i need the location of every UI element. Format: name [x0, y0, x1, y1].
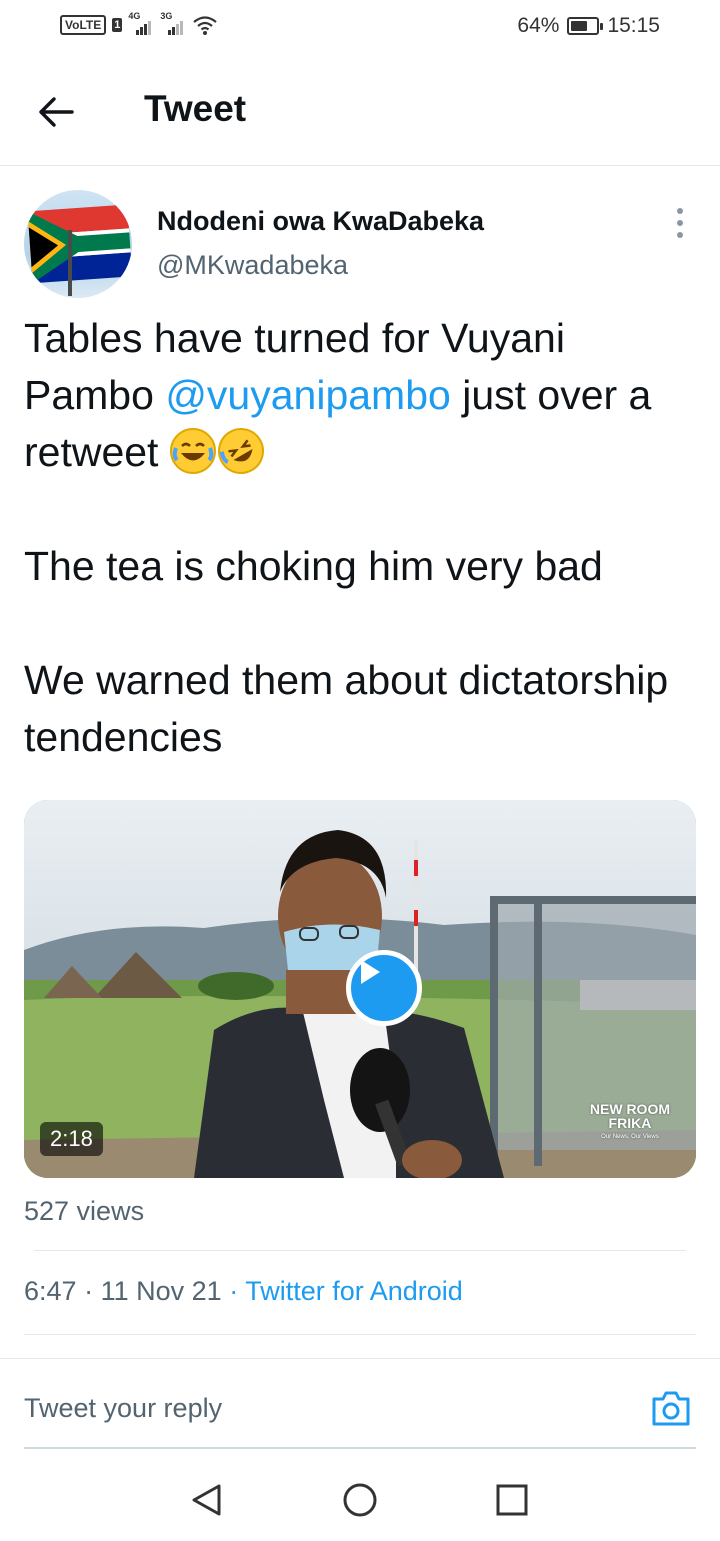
south-africa-flag-icon — [27, 204, 132, 296]
status-bar: VoLTE 1 4G 3G 64% 15:15 — [0, 0, 720, 56]
top-app-bar: Tweet — [0, 56, 720, 166]
signal-icon-sim2: 3G — [160, 11, 186, 35]
circle-home-icon — [343, 1483, 377, 1517]
divider — [34, 1250, 686, 1251]
video-duration: 2:18 — [40, 1122, 103, 1156]
sim-indicator: 1 — [112, 18, 123, 32]
tweet-metadata: 6:47 · 11 Nov 21 · Twitter for Android — [24, 1276, 463, 1306]
nav-back-button[interactable] — [184, 1478, 228, 1522]
clock: 15:15 — [607, 14, 660, 37]
nav-recents-button[interactable] — [490, 1478, 534, 1522]
tweet-time: 6:47 — [24, 1276, 77, 1306]
author-name[interactable]: Ndodeni owa KwaDabeka — [157, 206, 484, 237]
author-handle[interactable]: @MKwadabeka — [157, 250, 348, 281]
face-with-tears-of-joy-icon — [169, 428, 216, 474]
play-button[interactable] — [346, 950, 422, 1026]
tweet-paragraph-1: Tables have turned for Vuyani Pambo @vuy… — [24, 310, 704, 483]
camera-button[interactable] — [650, 1389, 692, 1427]
camera-icon — [652, 1391, 690, 1426]
arrow-left-icon — [39, 97, 74, 127]
more-options-button[interactable] — [672, 208, 688, 238]
more-vertical-icon — [677, 208, 683, 214]
status-bar-right: 64% 15:15 — [517, 14, 660, 38]
tweet-paragraph-3: We warned them about dictatorship tenden… — [24, 657, 669, 760]
avatar[interactable] — [24, 190, 132, 298]
view-count: 527 views — [24, 1196, 145, 1226]
system-navigation-bar — [0, 1460, 720, 1541]
play-icon — [361, 960, 380, 984]
battery-icon — [567, 17, 604, 35]
triangle-back-icon — [192, 1484, 221, 1516]
square-recents-icon — [496, 1484, 528, 1516]
signal-icon: 4G — [128, 11, 154, 35]
battery-percent: 64% — [517, 14, 560, 37]
reply-underline — [24, 1447, 696, 1449]
volte-indicator: VoLTE — [60, 15, 107, 35]
tweet-paragraph-2: The tea is choking him very bad — [24, 543, 603, 589]
video-player[interactable]: 2:18 NEW ROOM FRIKA Our News, Our Views — [24, 800, 696, 1178]
mention-link[interactable]: @vuyanipambo — [165, 372, 451, 418]
tweet-text: Tables have turned for Vuyani Pambo @vuy… — [24, 310, 704, 766]
wifi-icon — [193, 16, 218, 35]
rolling-on-floor-laughing-icon — [209, 419, 273, 483]
status-bar-left: VoLTE 1 4G 3G — [60, 11, 218, 36]
reply-bar: Tweet your reply — [0, 1358, 720, 1450]
page-title: Tweet — [144, 88, 247, 129]
video-watermark: NEW ROOM FRIKA Our News, Our Views — [589, 1101, 670, 1140]
reply-input[interactable]: Tweet your reply — [24, 1393, 222, 1424]
tweet-source-link[interactable]: Twitter for Android — [245, 1276, 463, 1306]
back-button[interactable] — [34, 90, 78, 134]
divider — [24, 1334, 696, 1335]
tweet-date: 11 Nov 21 — [100, 1276, 222, 1306]
nav-home-button[interactable] — [338, 1478, 382, 1522]
